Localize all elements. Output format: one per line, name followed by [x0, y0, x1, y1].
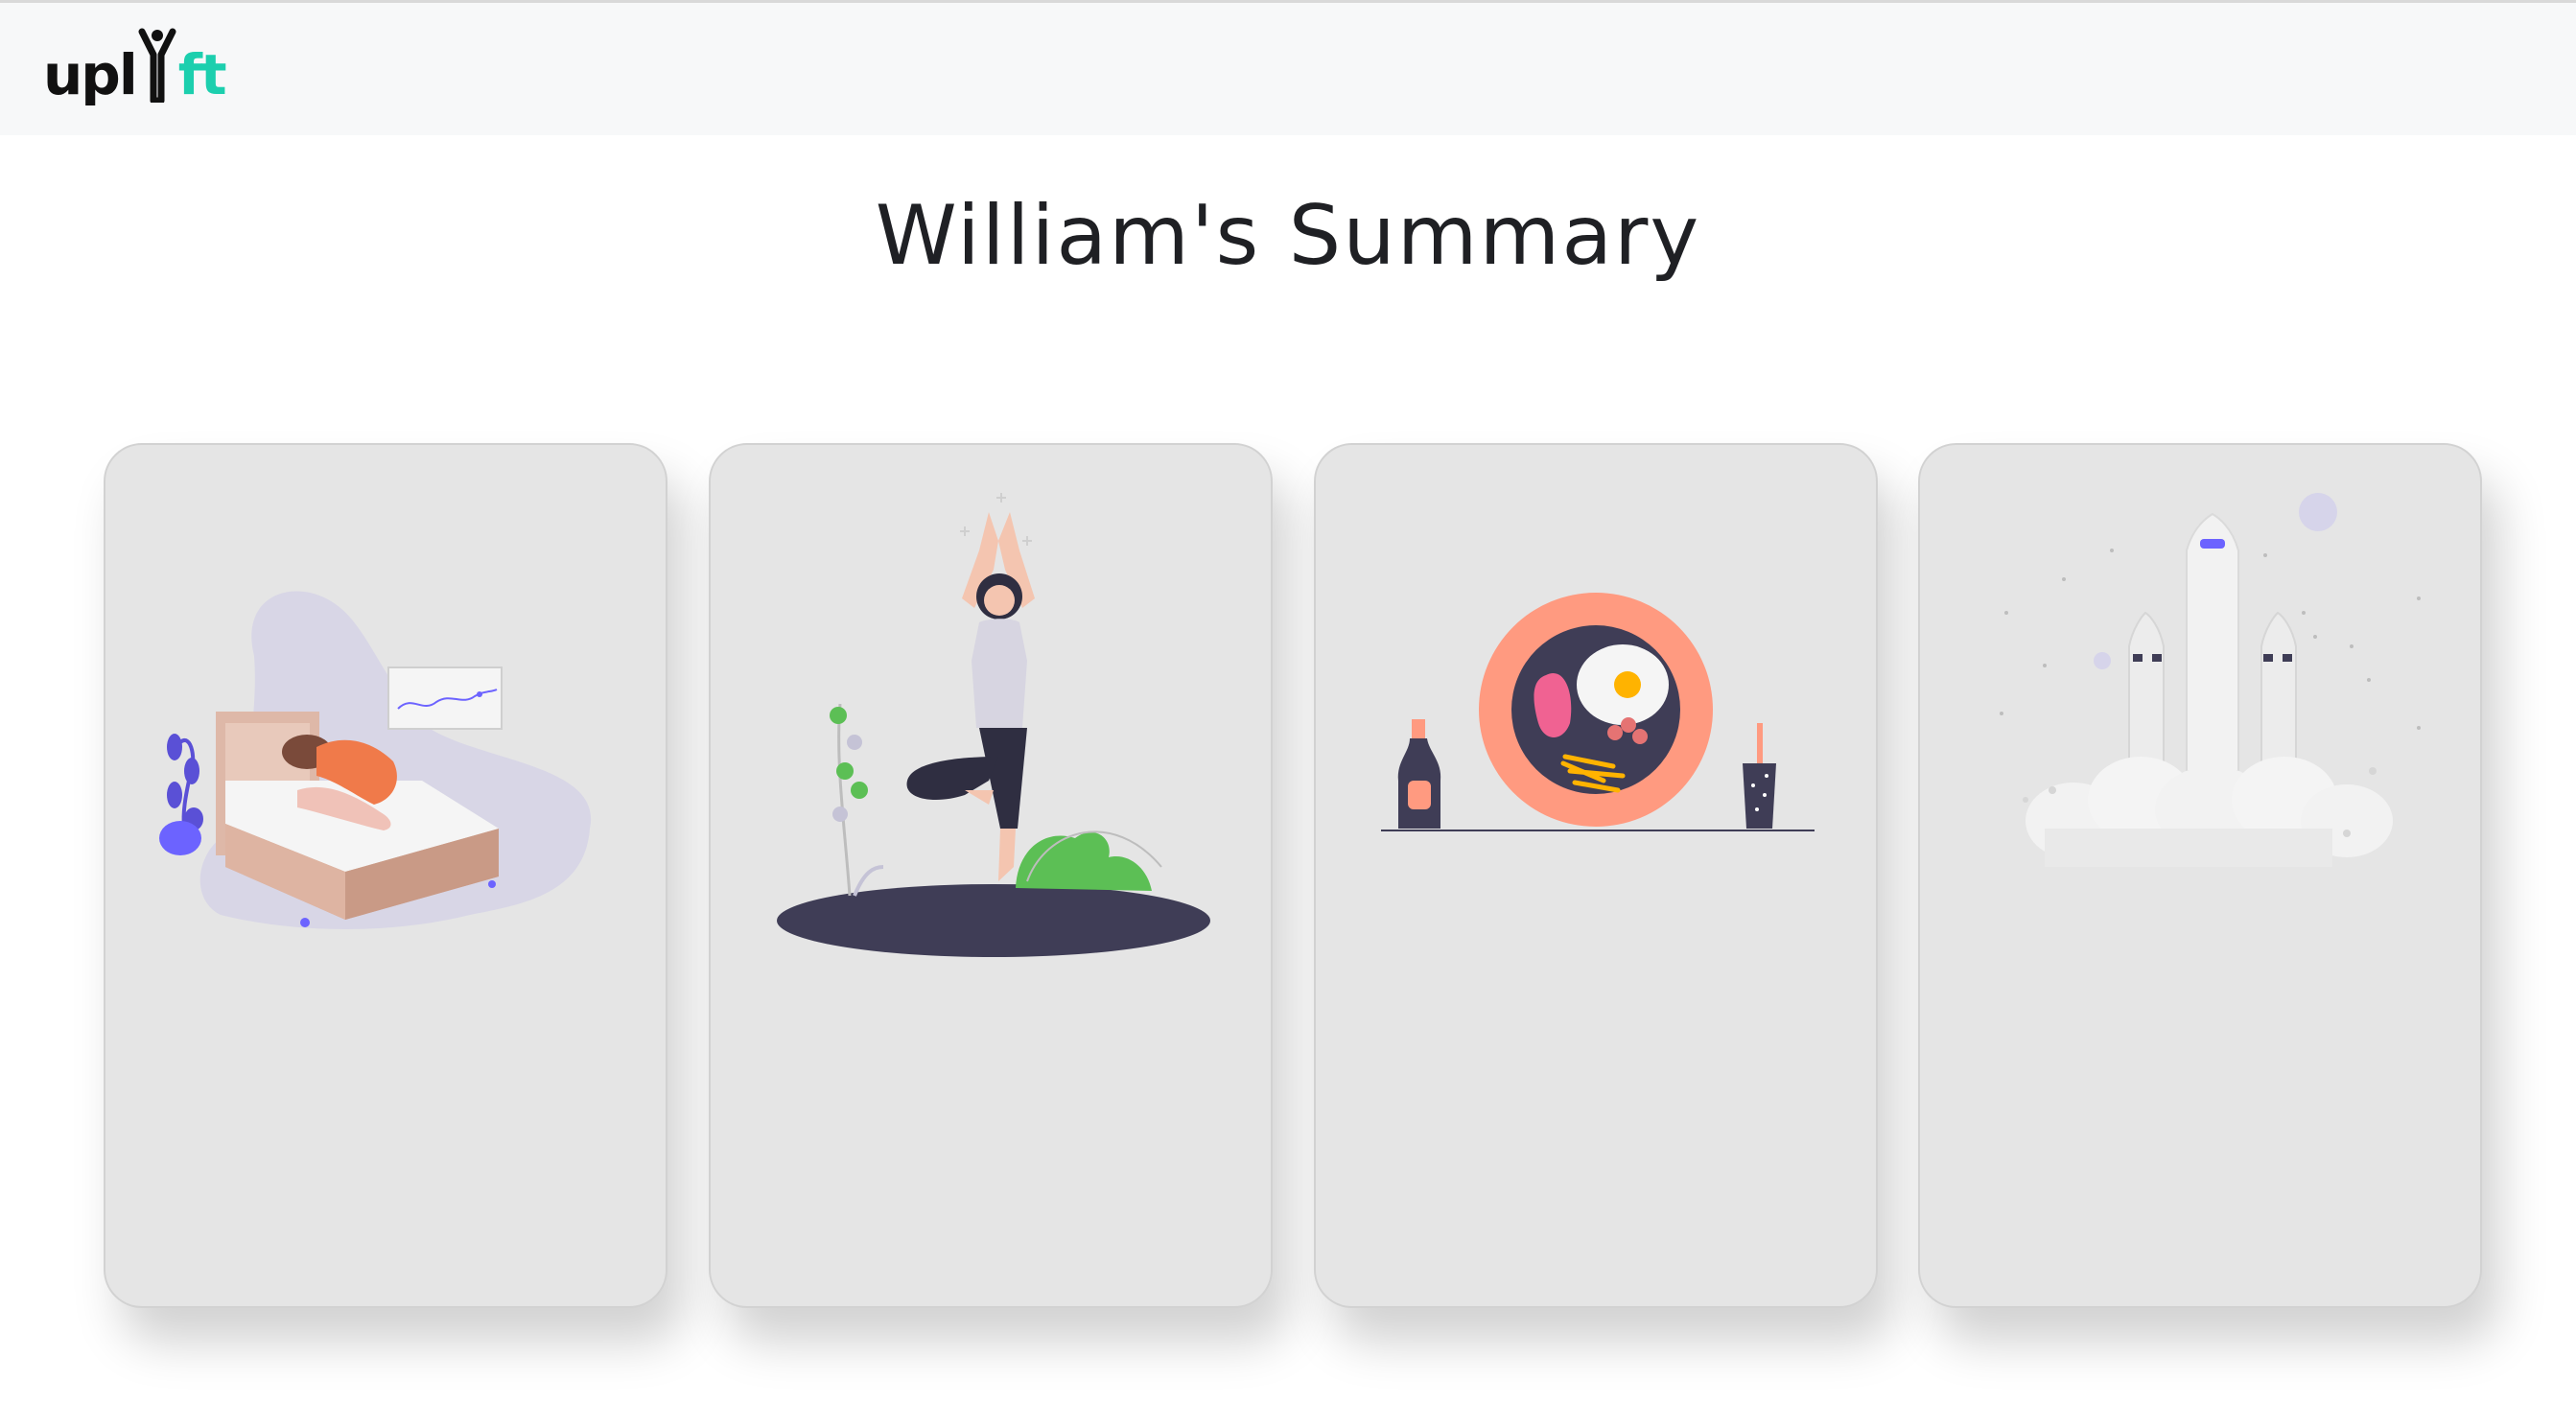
logo-figure-icon — [136, 26, 178, 105]
sleep-illustration — [159, 591, 592, 929]
top-navbar: up l ft — [0, 0, 2576, 135]
logo-text-ft: ft — [177, 42, 227, 107]
sleep-card[interactable] — [104, 443, 667, 1308]
uplift-logo[interactable]: up l ft — [43, 26, 227, 107]
logo-text-up: up — [43, 42, 121, 107]
yoga-illustration — [777, 493, 1210, 957]
yoga-card[interactable] — [709, 443, 1273, 1308]
rocket-illustration — [2000, 493, 2421, 867]
rocket-card[interactable] — [1918, 443, 2482, 1308]
page-title: William's Summary — [875, 188, 1701, 284]
logo-text-l: l — [118, 42, 138, 107]
food-illustration — [1381, 593, 1815, 831]
food-card[interactable] — [1314, 443, 1878, 1308]
